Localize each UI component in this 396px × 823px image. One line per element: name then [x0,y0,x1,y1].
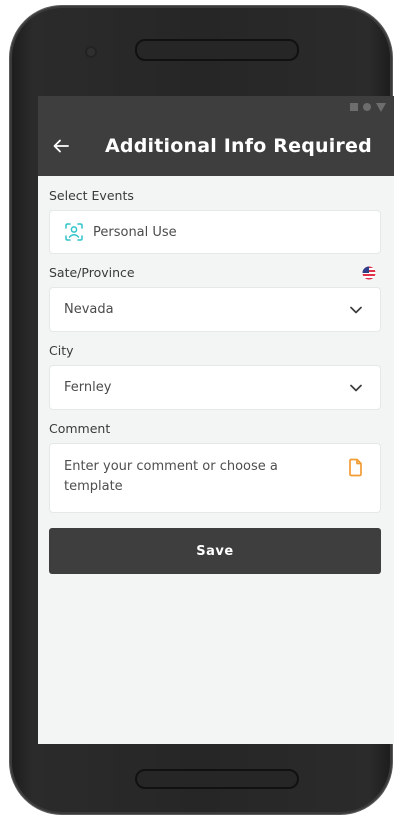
status-bar [38,96,394,118]
events-field[interactable]: Personal Use [49,210,381,254]
chevron-down-icon[interactable] [350,384,362,392]
phone-frame: Additional Info Required Select Events P… [10,6,394,814]
person-scan-icon [65,223,83,241]
events-label-text: Select Events [49,188,134,203]
chevron-down-icon[interactable] [350,306,362,314]
wifi-icon [363,103,371,111]
city-value: Fernley [64,380,112,395]
events-value: Personal Use [93,224,177,240]
city-label: City [49,341,381,361]
us-flag-icon[interactable] [362,266,376,280]
bottom-speaker [135,769,299,789]
battery-icon [376,102,386,112]
save-button[interactable]: Save [49,528,381,574]
earpiece-speaker [135,39,299,61]
page-title: Additional Info Required [105,135,372,157]
city-label-text: City [49,343,74,358]
front-camera [85,46,97,58]
comment-label-text: Comment [49,421,111,436]
comment-input[interactable]: Enter your comment or choose a template [49,443,381,513]
state-label-text: Sate/Province [49,265,135,280]
comment-label: Comment [49,419,381,439]
screen: Additional Info Required Select Events P… [38,96,394,744]
state-label: Sate/Province [49,263,381,283]
comment-placeholder: Enter your comment or choose a template [64,459,278,494]
state-select[interactable]: Nevada [49,287,381,332]
arrow-left-icon[interactable] [51,136,71,156]
state-value: Nevada [64,302,114,317]
events-label: Select Events [49,186,381,206]
form-container: Select Events Personal Use Sate/Province… [38,176,394,744]
city-select[interactable]: Fernley [49,365,381,410]
template-document-icon[interactable] [348,458,363,477]
app-bar: Additional Info Required [38,118,394,176]
signal-icon [350,103,358,111]
